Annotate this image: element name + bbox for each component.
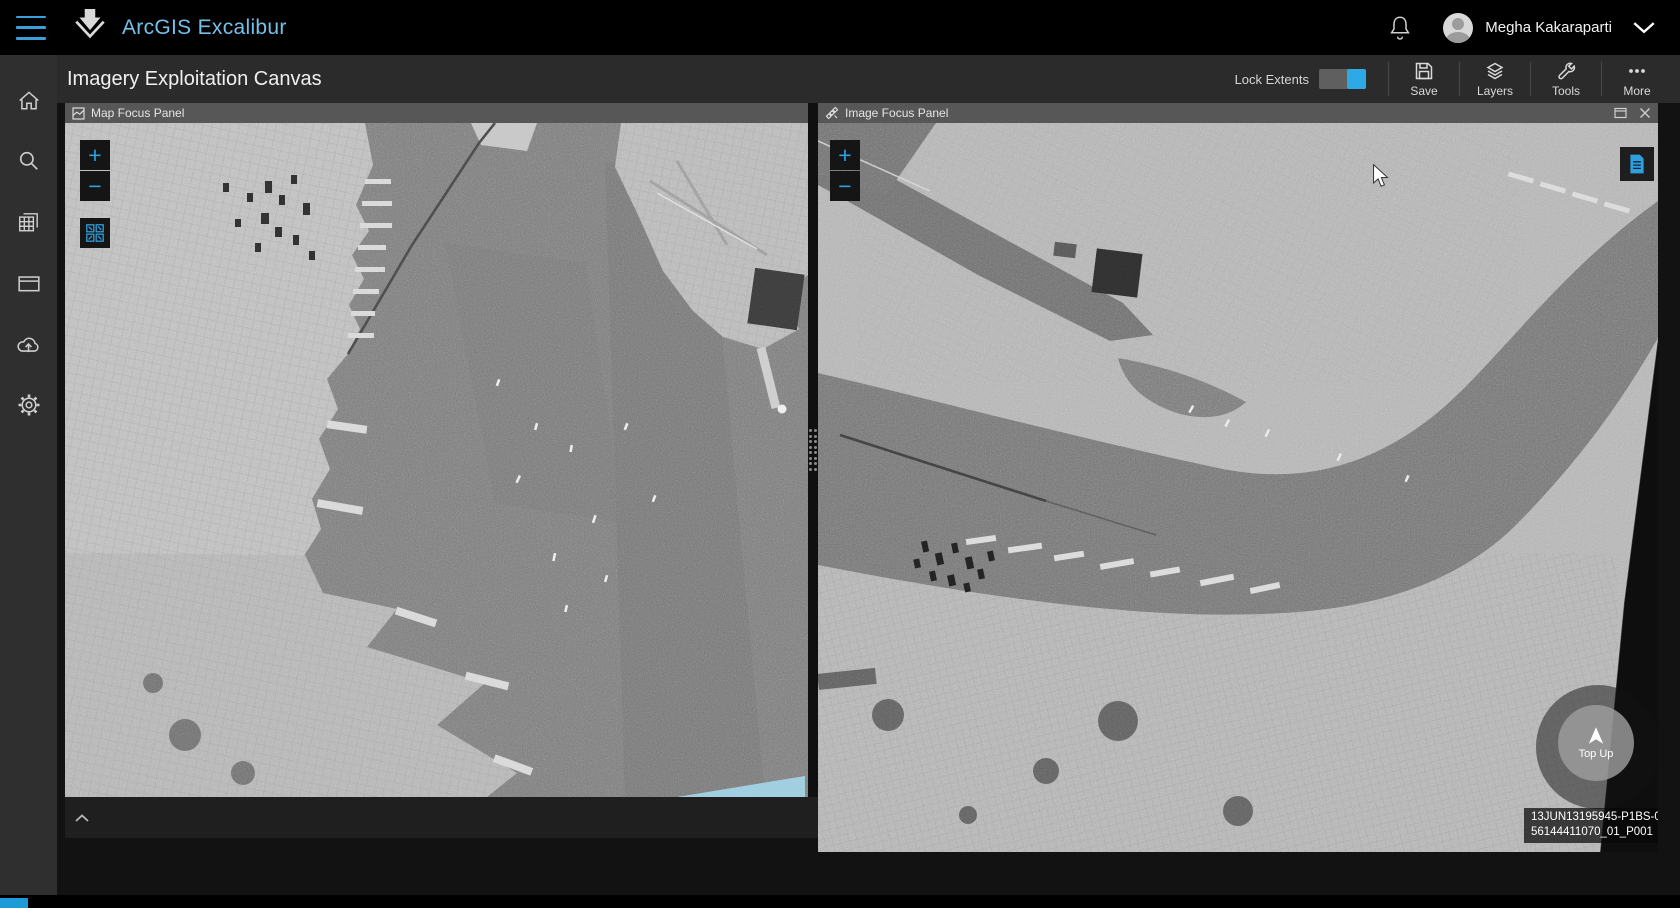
map-zoom-out-button[interactable]: − bbox=[80, 171, 110, 201]
map-panel-title: Map Focus Panel bbox=[91, 106, 185, 120]
layers-button[interactable]: Layers bbox=[1460, 61, 1530, 98]
satellite-icon bbox=[825, 106, 839, 120]
home-icon bbox=[18, 90, 39, 109]
notifications-bell-icon[interactable] bbox=[1387, 14, 1413, 42]
image-zoom-in-button[interactable]: + bbox=[830, 140, 860, 170]
brand-title: ArcGIS Excalibur bbox=[122, 15, 287, 39]
panel-splitter[interactable] bbox=[808, 103, 818, 797]
map-extent-grid-button[interactable] bbox=[80, 218, 110, 248]
image-metadata-button[interactable] bbox=[1620, 147, 1654, 181]
page-title: Imagery Exploitation Canvas bbox=[67, 67, 322, 90]
image-focus-panel: Image Focus Panel + − Top Up 13JUN131959… bbox=[818, 103, 1658, 852]
map-icon bbox=[72, 106, 85, 120]
footer-accent-strip bbox=[0, 898, 28, 908]
extent-grid-icon bbox=[86, 224, 104, 242]
top-up-label: Top Up bbox=[1578, 748, 1614, 760]
maximize-icon[interactable] bbox=[1614, 107, 1627, 119]
sidebar-item-settings[interactable] bbox=[0, 374, 57, 435]
layers-label: Layers bbox=[1476, 83, 1514, 98]
lock-extents-toggle[interactable] bbox=[1319, 69, 1366, 89]
sidebar-item-search[interactable] bbox=[0, 130, 57, 191]
compass-ring: Top Up bbox=[1536, 685, 1658, 809]
search-icon bbox=[19, 151, 38, 170]
more-label: More bbox=[1623, 83, 1651, 98]
hamburger-menu-icon[interactable] bbox=[16, 15, 46, 40]
sidebar-item-projects[interactable] bbox=[0, 252, 57, 313]
cloud-upload-icon bbox=[17, 337, 39, 352]
user-name: Megha Kakaraparti bbox=[1485, 19, 1612, 36]
image-id-line1: 13JUN13195945-P1BS-0 bbox=[1531, 811, 1658, 823]
settings-gear-icon bbox=[18, 394, 39, 415]
workspace-canvas: Map Focus Panel + − Image Focus Panel + … bbox=[57, 103, 1680, 895]
image-panel-title: Image Focus Panel bbox=[845, 106, 949, 120]
image-id-line2: 56144411070_01_P001 bbox=[1531, 826, 1653, 838]
image-id-badge: 13JUN13195945-P1BS-0 56144411070_01_P001 bbox=[1524, 808, 1658, 843]
footer-bar bbox=[0, 895, 1680, 908]
image-panel-header[interactable]: Image Focus Panel bbox=[818, 103, 1658, 123]
save-icon bbox=[1415, 62, 1433, 79]
map-panel-header[interactable]: Map Focus Panel bbox=[65, 103, 808, 123]
app-header: ArcGIS Excalibur Megha Kakaraparti bbox=[0, 0, 1680, 55]
expand-bottom-panel-button[interactable] bbox=[74, 813, 90, 823]
imagery-layers-icon bbox=[18, 212, 38, 231]
save-button[interactable]: Save bbox=[1389, 61, 1459, 98]
image-zoom-controls: + − bbox=[830, 140, 860, 201]
splitter-grip-icon bbox=[808, 429, 818, 471]
image-surface[interactable]: + − Top Up 13JUN13195945-P1BS-0 56144411… bbox=[818, 123, 1658, 852]
excalibur-logo-icon bbox=[72, 8, 108, 48]
map-imagery bbox=[65, 123, 808, 797]
image-imagery bbox=[818, 123, 1658, 852]
lock-extents-label: Lock Extents bbox=[1234, 71, 1309, 87]
user-avatar[interactable] bbox=[1443, 12, 1474, 43]
north-arrow-icon bbox=[1588, 727, 1604, 744]
map-surface[interactable]: + − bbox=[65, 123, 808, 797]
sidebar-item-upload[interactable] bbox=[0, 313, 57, 374]
document-icon bbox=[1630, 154, 1644, 174]
map-focus-panel: Map Focus Panel + − bbox=[65, 103, 808, 797]
left-sidebar bbox=[0, 55, 57, 908]
sidebar-item-home[interactable] bbox=[0, 69, 57, 130]
projects-icon bbox=[17, 276, 40, 292]
sidebar-item-imagery[interactable] bbox=[0, 191, 57, 252]
close-icon[interactable] bbox=[1639, 107, 1651, 119]
tools-button[interactable]: Tools bbox=[1531, 61, 1601, 98]
canvas-toolbar: Imagery Exploitation Canvas Lock Extents… bbox=[57, 55, 1680, 103]
top-up-button[interactable]: Top Up bbox=[1558, 705, 1634, 781]
ellipsis-icon bbox=[1629, 68, 1645, 73]
map-zoom-in-button[interactable]: + bbox=[80, 140, 110, 170]
tools-icon bbox=[1558, 62, 1576, 79]
map-zoom-controls: + − bbox=[80, 140, 110, 201]
user-menu-chevron-down-icon[interactable] bbox=[1632, 21, 1656, 34]
layers-icon bbox=[1486, 62, 1504, 79]
image-zoom-out-button[interactable]: − bbox=[830, 171, 860, 201]
tools-label: Tools bbox=[1551, 83, 1580, 98]
more-button[interactable]: More bbox=[1602, 61, 1672, 98]
chevron-up-icon bbox=[75, 813, 89, 822]
save-label: Save bbox=[1410, 83, 1438, 98]
